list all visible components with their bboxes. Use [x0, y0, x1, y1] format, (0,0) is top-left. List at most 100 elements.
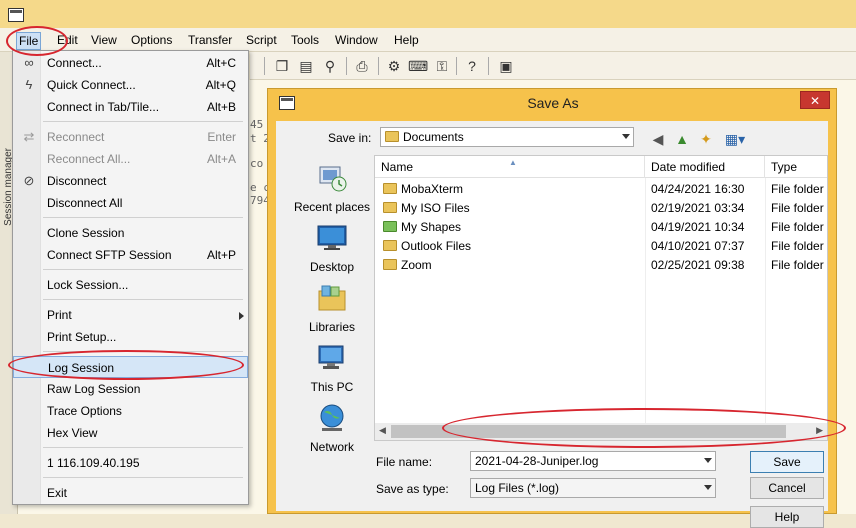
screenshot-icon[interactable]: ▣	[496, 56, 516, 76]
menu-item-label: Exit	[47, 486, 68, 500]
menu-window[interactable]: Window	[333, 32, 380, 50]
cancel-button[interactable]: Cancel	[750, 477, 824, 499]
place-network[interactable]: Network	[290, 403, 374, 454]
menu-item-connect[interactable]: ∞ Connect... Alt+C	[13, 52, 248, 74]
place-label: Recent places	[293, 200, 371, 214]
folder-icon	[383, 183, 397, 194]
menu-item-log-session[interactable]: Log Session	[13, 356, 248, 378]
place-this-pc[interactable]: This PC	[290, 343, 374, 394]
column-date-modified[interactable]: Date modified	[645, 156, 765, 178]
app-title-bar	[0, 0, 856, 28]
print-icon[interactable]: ⎙	[352, 56, 372, 76]
menu-item-raw-log-session[interactable]: Raw Log Session	[13, 378, 248, 400]
menu-edit[interactable]: Edit	[55, 32, 80, 50]
scrollbar-thumb[interactable]	[391, 425, 786, 438]
file-row[interactable]: My Shapes 04/19/2021 10:34 File folder	[375, 218, 827, 237]
new-folder-icon[interactable]: ✦	[696, 129, 716, 149]
save-as-type-select[interactable]: Log Files (*.log)	[470, 478, 716, 498]
copy-icon[interactable]: ❐	[272, 56, 292, 76]
menu-item-connect-tab[interactable]: Connect in Tab/Tile... Alt+B	[13, 96, 248, 118]
help-button[interactable]: Help	[750, 506, 824, 528]
file-row[interactable]: Zoom 02/25/2021 09:38 File folder	[375, 256, 827, 275]
scroll-right-icon[interactable]: ▶	[816, 425, 823, 436]
menu-file[interactable]: File	[16, 32, 42, 50]
shapes-folder-icon	[383, 221, 397, 232]
file-row[interactable]: Outlook Files 04/10/2021 07:37 File fold…	[375, 237, 827, 256]
menu-item-label: Disconnect	[47, 174, 107, 188]
chevron-down-icon[interactable]	[704, 458, 712, 463]
menu-item-disconnect[interactable]: ⊘ Disconnect	[13, 170, 248, 192]
save-in-value: Documents	[385, 128, 464, 146]
menu-view[interactable]: View	[89, 32, 119, 50]
toolbar-separator	[264, 57, 265, 75]
file-name: Outlook Files	[383, 237, 471, 256]
menu-options[interactable]: Options	[129, 32, 174, 50]
menu-item-hex-view[interactable]: Hex View	[13, 422, 248, 444]
desktop-icon	[317, 225, 347, 250]
file-type: File folder	[771, 258, 824, 272]
menu-separator	[43, 447, 243, 448]
disconnect-icon: ⊘	[23, 173, 35, 188]
menu-item-reconnect-all[interactable]: Reconnect All... Alt+A	[13, 148, 248, 170]
menu-item-print[interactable]: Print	[13, 304, 248, 326]
file-name-text: MobaXterm	[401, 182, 464, 196]
place-libraries[interactable]: Libraries	[290, 283, 374, 334]
menu-item-label: Hex View	[47, 426, 98, 440]
chevron-down-icon	[704, 485, 712, 490]
menu-item-quick-connect[interactable]: ϟ Quick Connect... Alt+Q	[13, 74, 248, 96]
submenu-arrow-icon	[239, 312, 244, 320]
up-folder-icon[interactable]: ▲	[672, 129, 692, 149]
view-menu-icon[interactable]: ▦▾	[722, 129, 748, 149]
menu-item-label: Clone Session	[47, 226, 125, 240]
menu-item-label: Trace Options	[47, 404, 122, 418]
file-row[interactable]: MobaXterm 04/24/2021 16:30 File folder	[375, 180, 827, 199]
menu-item-shortcut: Enter	[207, 130, 236, 144]
keyboard-icon[interactable]: ⌨	[408, 56, 428, 76]
help-icon[interactable]: ?	[462, 56, 482, 76]
menu-item-lock-session[interactable]: Lock Session...	[13, 274, 248, 296]
file-date: 04/19/2021 10:34	[651, 220, 745, 234]
key-icon[interactable]: ⚿	[432, 56, 452, 76]
file-list[interactable]: Name ▲ Date modified Type MobaXterm 04/2…	[374, 155, 828, 441]
menu-item-print-setup[interactable]: Print Setup...	[13, 326, 248, 348]
scroll-left-icon[interactable]: ◀	[379, 425, 386, 436]
menu-item-disconnect-all[interactable]: Disconnect All	[13, 192, 248, 214]
menu-script[interactable]: Script	[244, 32, 279, 50]
menu-item-connect-sftp[interactable]: Connect SFTP Session Alt+P	[13, 244, 248, 266]
place-label: Libraries	[308, 320, 356, 334]
file-name-input[interactable]: 2021-04-28-Juniper.log	[470, 451, 716, 471]
horizontal-scrollbar[interactable]: ◀ ▶	[375, 423, 827, 440]
find-icon[interactable]: ⚲	[320, 56, 340, 76]
place-desktop[interactable]: Desktop	[290, 223, 374, 274]
app-icon	[8, 8, 24, 22]
menu-transfer[interactable]: Transfer	[186, 32, 234, 50]
folder-icon	[383, 202, 397, 213]
libraries-icon	[318, 285, 346, 311]
close-button[interactable]: ✕	[800, 91, 830, 109]
place-recent[interactable]: Recent places	[290, 163, 374, 214]
menu-item-label: Print Setup...	[47, 330, 117, 344]
menu-item-label: Log Session	[48, 361, 115, 375]
gear-icon[interactable]: ⚙	[384, 56, 404, 76]
menu-item-exit[interactable]: Exit	[13, 482, 248, 504]
menu-item-recent-host[interactable]: 1 116.109.40.195	[13, 452, 248, 474]
menu-item-label: Reconnect	[47, 130, 105, 144]
menu-item-trace-options[interactable]: Trace Options	[13, 400, 248, 422]
file-date: 02/19/2021 03:34	[651, 201, 745, 215]
file-menu: ∞ Connect... Alt+C ϟ Quick Connect... Al…	[12, 50, 249, 505]
menu-tools[interactable]: Tools	[289, 32, 321, 50]
computer-icon	[318, 345, 344, 369]
recent-places-icon	[319, 166, 347, 192]
save-button[interactable]: Save	[750, 451, 824, 473]
menu-item-label: Reconnect All...	[47, 152, 131, 166]
menu-help[interactable]: Help	[392, 32, 421, 50]
menu-item-label: Connect SFTP Session	[47, 248, 172, 262]
file-row[interactable]: My ISO Files 02/19/2021 03:34 File folde…	[375, 199, 827, 218]
save-in-select[interactable]: Documents	[380, 127, 634, 147]
terminal-text: 45	[250, 118, 264, 131]
menu-item-reconnect[interactable]: ⇄ Reconnect Enter	[13, 126, 248, 148]
back-icon[interactable]: ◀	[648, 129, 668, 149]
column-type[interactable]: Type	[765, 156, 827, 178]
menu-item-clone-session[interactable]: Clone Session	[13, 222, 248, 244]
paste-icon[interactable]: ▤	[296, 56, 316, 76]
